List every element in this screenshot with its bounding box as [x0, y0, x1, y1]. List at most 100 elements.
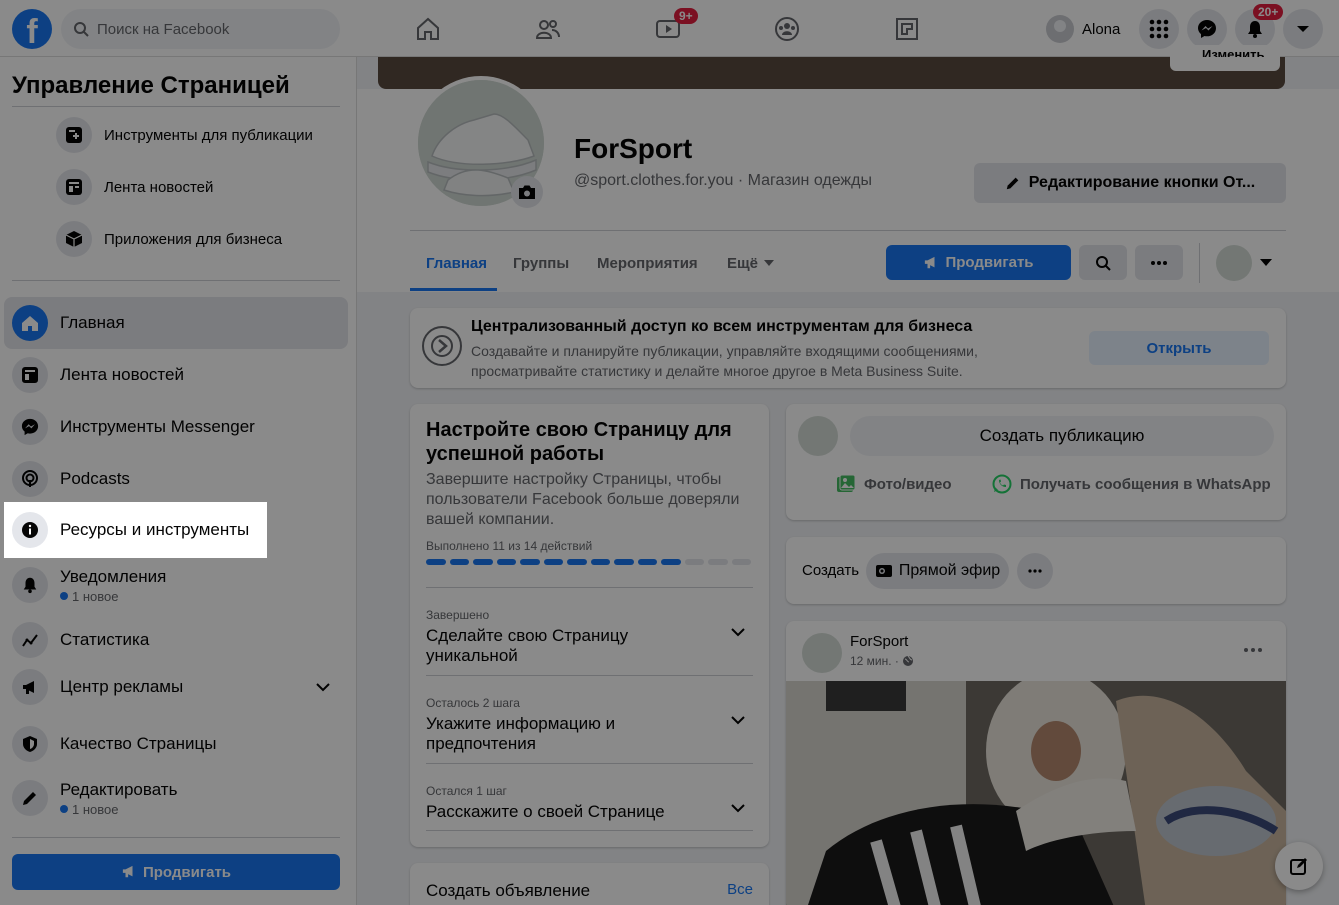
setup-step[interactable]: Остался 1 шаг Расскажите о своей Страниц…	[426, 763, 753, 831]
tab-events[interactable]: Мероприятия	[597, 243, 698, 283]
chevron-down-icon[interactable]	[731, 716, 745, 725]
edit-cover-button[interactable]: Изменить	[1170, 45, 1280, 71]
header-divider	[410, 230, 1286, 231]
progress-segment	[614, 559, 634, 565]
sidebar-promote-button[interactable]: Продвигать	[12, 854, 340, 890]
nav-groups-button[interactable]	[737, 8, 837, 50]
chevron-down-icon[interactable]	[731, 804, 745, 813]
profile-button[interactable]: Alona	[1040, 10, 1126, 48]
sidebar-subitem-business-apps[interactable]: Приложения для бизнеса	[56, 219, 282, 259]
setup-progress-bar	[426, 559, 751, 565]
nav-gaming-button[interactable]	[857, 8, 957, 50]
sidebar-item-home[interactable]: Главная	[4, 297, 348, 349]
nav-friends-button[interactable]	[498, 8, 598, 50]
step-caption: Осталось 2 шага	[426, 696, 520, 710]
post-timestamp[interactable]: 12 мин. ·	[850, 654, 914, 668]
nav-watch-button[interactable]: 9+	[618, 8, 718, 50]
sidebar-subitem-publishing-tools[interactable]: Инструменты для публикации	[56, 115, 313, 155]
podcast-icon	[12, 461, 48, 497]
caret-down-icon	[1297, 26, 1309, 32]
page-switcher-avatar[interactable]	[1216, 245, 1252, 281]
sidebar-item-page-quality[interactable]: Качество Страницы	[4, 718, 348, 770]
sidebar-item-ad-center[interactable]: Центр рекламы	[4, 661, 348, 713]
sidebar-item-label: Статистика	[60, 630, 150, 649]
account-menu-button[interactable]	[1283, 9, 1323, 49]
step-title: Расскажите о своей Странице	[426, 802, 665, 821]
setup-step[interactable]: Завершено Сделайте свою Страницу уникаль…	[426, 587, 753, 675]
post-author-avatar[interactable]	[802, 633, 842, 673]
sidebar-item-insights[interactable]: Статистика	[4, 614, 348, 666]
caret-down-icon[interactable]	[1260, 259, 1272, 267]
user-avatar	[1046, 15, 1074, 43]
facebook-logo[interactable]: f	[12, 9, 52, 49]
tab-groups[interactable]: Группы	[513, 243, 569, 283]
more-options-button[interactable]	[1135, 245, 1183, 280]
nav-home-button[interactable]	[378, 8, 478, 50]
create-more-button[interactable]	[1017, 553, 1053, 589]
step-caption: Остался 1 шаг	[426, 784, 507, 798]
pencil-icon	[12, 780, 48, 816]
home-icon	[417, 17, 439, 40]
chevron-down-icon[interactable]	[731, 628, 745, 637]
search-box[interactable]	[61, 9, 340, 49]
tab-more[interactable]: Ещё	[727, 243, 775, 283]
sidebar-item-label: Ресурсы и инструменты	[60, 520, 250, 539]
sidebar-item-edit[interactable]: Редактировать 1 новое	[4, 770, 348, 826]
messenger-button[interactable]	[1187, 9, 1227, 49]
page-avatar	[798, 416, 838, 456]
grid-menu-icon	[1149, 19, 1169, 39]
sidebar-title: Управление Страницей	[12, 72, 290, 99]
sidebar-subitem-news-feed[interactable]: Лента новостей	[56, 167, 213, 207]
new-message-button[interactable]	[1275, 842, 1323, 890]
tab-label: Ещё	[727, 254, 759, 272]
live-video-button[interactable]: Прямой эфир	[866, 553, 1009, 589]
camera-icon	[519, 185, 535, 199]
whatsapp-button[interactable]: Получать сообщения в WhatsApp	[992, 474, 1271, 494]
sidebar-item-notifications[interactable]: Уведомления 1 новое	[4, 557, 348, 613]
see-all-link[interactable]: Все	[727, 881, 753, 898]
user-name: Alona	[1082, 20, 1121, 38]
megaphone-icon	[12, 669, 48, 705]
tab-home[interactable]: Главная	[426, 243, 487, 283]
menu-button[interactable]	[1139, 9, 1179, 49]
edit-action-button[interactable]: Редактирование кнопки От...	[974, 163, 1286, 203]
post-author-name[interactable]: ForSport	[850, 633, 908, 650]
tab-label: Мероприятия	[597, 254, 698, 272]
sidebar-divider	[12, 106, 340, 107]
create-post-input[interactable]: Создать публикацию	[850, 416, 1274, 456]
bell-icon	[1248, 21, 1262, 38]
setup-step[interactable]: Осталось 2 шага Укажите информацию и пре…	[426, 675, 753, 763]
search-input[interactable]	[97, 20, 317, 38]
promote-button[interactable]: Продвигать	[886, 245, 1071, 280]
sidebar-subitem-label: Лента новостей	[104, 178, 214, 196]
sidebar-item-news-feed[interactable]: Лента новостей	[4, 349, 348, 401]
groups-icon	[775, 17, 799, 41]
page-setup-card: Настройте свою Страницу для успешной раб…	[410, 404, 769, 847]
change-photo-button[interactable]	[511, 176, 543, 208]
info-icon	[12, 512, 48, 548]
post-composer: Создать публикацию Фото/видео Получать с…	[786, 404, 1286, 520]
progress-segment	[590, 559, 610, 565]
business-suite-card: Централизованный доступ ко всем инструме…	[410, 308, 1286, 388]
sidebar-subitem-label: Инструменты для публикации	[104, 126, 313, 144]
sidebar-item-podcasts[interactable]: Podcasts	[4, 453, 348, 505]
progress-segment	[567, 559, 587, 565]
news-feed-icon	[12, 357, 48, 393]
photo-icon	[837, 474, 856, 492]
page-search-button[interactable]	[1079, 245, 1127, 280]
progress-segment	[731, 559, 751, 565]
chevron-down-icon[interactable]	[316, 682, 330, 692]
live-video-label: Прямой эфир	[898, 562, 1001, 579]
post-image[interactable]	[786, 681, 1286, 905]
business-suite-text: Создавайте и планируйте публикации, упра…	[471, 343, 978, 379]
highlighted-resources-tools[interactable]: Ресурсы и инструменты	[4, 502, 267, 558]
page-management-sidebar: Управление Страницей Инструменты для пуб…	[0, 57, 357, 905]
photo-video-button[interactable]: Фото/видео	[836, 474, 952, 494]
notifications-button[interactable]: 20+	[1235, 4, 1284, 49]
sidebar-item-messenger-tools[interactable]: Инструменты Messenger	[4, 401, 348, 453]
create-ad-title: Создать объявление	[426, 881, 591, 900]
open-business-suite-button[interactable]: Открыть	[1089, 331, 1269, 365]
setup-description: Завершите настройку Страницы, чтобы поль…	[426, 471, 740, 528]
compose-icon	[1290, 858, 1307, 875]
post-options-icon[interactable]	[1244, 648, 1262, 652]
